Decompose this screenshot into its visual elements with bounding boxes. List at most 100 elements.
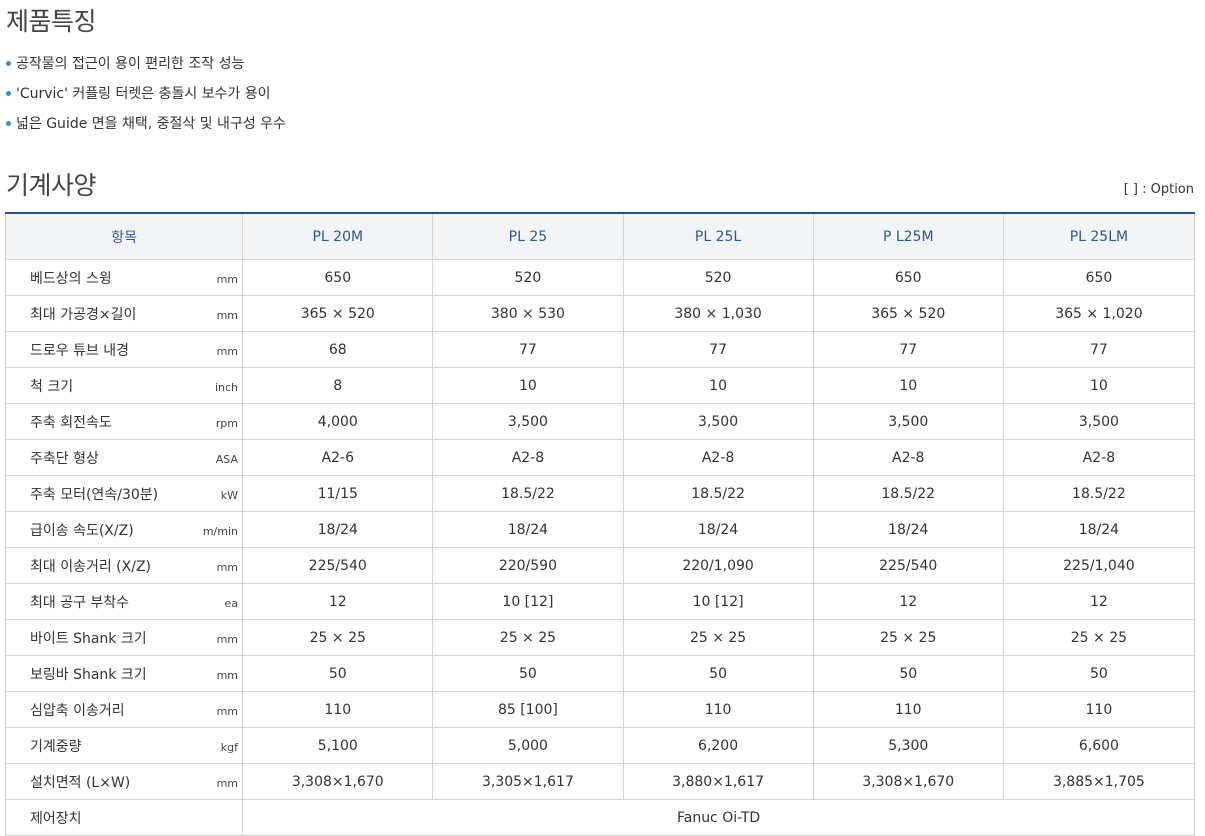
spec-value-cell: 650 <box>1002 259 1196 296</box>
spec-name: 보링바 Shank 크기 <box>30 666 147 683</box>
spec-value-cell: 12 <box>242 583 434 620</box>
spec-unit: mm <box>216 776 238 790</box>
spec-name: 심압축 이송거리 <box>30 702 125 719</box>
table-row: 베드상의 스윙 mm 650 520 520 650 650 <box>4 259 1196 296</box>
model-header: P L25M <box>812 212 1004 260</box>
spec-name: 주축 회전속도 <box>30 414 112 431</box>
spec-value-cell: 18/24 <box>432 511 624 548</box>
spec-value-cell: 10 <box>432 367 624 404</box>
spec-name: 주축 모터(연속/30분) <box>30 486 159 503</box>
spec-value-cell: 520 <box>432 259 624 296</box>
feature-item: 'Curvic' 커플링 터렛은 충돌시 보수가 용이 <box>6 82 286 112</box>
spec-name: 최대 이송거리 (X/Z) <box>30 558 152 575</box>
spec-value-cell: 18/24 <box>242 511 434 548</box>
spec-value-cell: 25 × 25 <box>432 619 624 656</box>
spec-name: 기계중량 <box>30 738 82 755</box>
spec-label-cell: 드로우 튜브 내경 mm <box>4 331 244 368</box>
spec-value-cell: 225/540 <box>242 547 434 584</box>
spec-unit: mm <box>216 704 238 718</box>
spec-value-cell: 220/1,090 <box>622 547 814 584</box>
spec-label-cell: 주축 모터(연속/30분) kW <box>4 475 244 512</box>
spec-value-cell: 25 × 25 <box>622 619 814 656</box>
control-value: Fanuc Oi-TD <box>242 799 1195 836</box>
spec-value-cell: A2-8 <box>622 439 814 476</box>
table-row: 주축 모터(연속/30분) kW 11/15 18.5/22 18.5/22 18.5/2… <box>4 475 1196 512</box>
table-row: 척 크기 inch 8 10 10 10 10 <box>4 367 1196 404</box>
spec-table-body: 베드상의 스윙 mm 650 520 520 650 650 최대 가공경×길이 mm 365 ×… <box>4 259 1196 836</box>
spec-value-cell: 3,885×1,705 <box>1002 763 1196 800</box>
feature-item: 넓은 Guide 면을 채택, 중절삭 및 내구성 우수 <box>6 112 286 142</box>
spec-value-cell: 18.5/22 <box>812 475 1004 512</box>
spec-label-cell: 급이송 속도(X/Z) m/min <box>4 511 244 548</box>
table-row: 드로우 튜브 내경 mm 68 77 77 77 77 <box>4 331 1196 368</box>
feature-text: 공작물의 접근이 용이 편리한 조작 성능 <box>16 56 245 72</box>
spec-unit: mm <box>216 344 238 358</box>
spec-value-cell: 3,308×1,670 <box>242 763 434 800</box>
spec-value-cell: 5,000 <box>432 727 624 764</box>
table-row: 제어장치 Fanuc Oi-TD <box>4 799 1195 836</box>
spec-unit: rpm <box>215 416 238 430</box>
spec-value-cell: 6,600 <box>1002 727 1196 764</box>
spec-value-cell: 225/1,040 <box>1002 547 1196 584</box>
spec-name: 척 크기 <box>30 378 74 395</box>
spec-value-cell: 25 × 25 <box>812 619 1004 656</box>
table-row: 최대 가공경×길이 mm 365 × 520 380 × 530 380 × 1,030… <box>4 295 1196 332</box>
table-row: 최대 이송거리 (X/Z) mm 225/540 220/590 220/1,090 22… <box>4 547 1196 584</box>
spec-label-cell: 척 크기 inch <box>4 367 244 404</box>
table-row: 바이트 Shank 크기 mm 25 × 25 25 × 25 25 × 25 25 × … <box>4 619 1196 656</box>
model-header: PL 25LM <box>1002 212 1196 260</box>
spec-value-cell: 110 <box>812 691 1004 728</box>
spec-value-cell: A2-8 <box>432 439 624 476</box>
spec-label-cell: 심압축 이송거리 mm <box>4 691 244 728</box>
spec-name: 드로우 튜브 내경 <box>30 342 130 359</box>
spec-unit: mm <box>216 632 238 646</box>
spec-unit: mm <box>216 272 238 286</box>
table-row: 최대 공구 부착수 ea 12 10 [12] 10 [12] 12 12 <box>4 583 1196 620</box>
spec-value-cell: 3,500 <box>622 403 814 440</box>
spec-value-cell: 77 <box>622 331 814 368</box>
spec-value-cell: 5,300 <box>812 727 1004 764</box>
spec-value-cell: 650 <box>812 259 1004 296</box>
spec-value-cell: 10 <box>1002 367 1196 404</box>
spec-name: 급이송 속도(X/Z) <box>30 522 134 539</box>
spec-unit: inch <box>214 380 238 394</box>
spec-value-cell: 10 [12] <box>622 583 814 620</box>
control-label: 제어장치 <box>4 799 244 836</box>
spec-value-cell: 380 × 1,030 <box>622 295 814 332</box>
spec-value-cell: 12 <box>812 583 1004 620</box>
spec-value-cell: 50 <box>812 655 1004 692</box>
spec-value-cell: 25 × 25 <box>242 619 434 656</box>
spec-value-cell: 11/15 <box>242 475 434 512</box>
spec-value-cell: 225/540 <box>812 547 1004 584</box>
feature-text: 넓은 Guide 면을 채택, 중절삭 및 내구성 우수 <box>16 116 286 132</box>
spec-value-cell: 365 × 520 <box>812 295 1004 332</box>
spec-unit: mm <box>216 560 238 574</box>
spec-value-cell: 380 × 530 <box>432 295 624 332</box>
table-header-row: 항목 PL 20M PL 25 PL 25L P L25M PL 25LM <box>4 212 1196 260</box>
item-header: 항목 <box>4 212 244 260</box>
bullet-dot-icon <box>6 61 11 66</box>
table-row: 심압축 이송거리 mm 110 85 [100] 110 110 110 <box>4 691 1196 728</box>
table-row: 기계중량 kgf 5,100 5,000 6,200 5,300 6,600 <box>4 727 1196 764</box>
spec-value-cell: 110 <box>622 691 814 728</box>
spec-name: 바이트 Shank 크기 <box>30 630 147 647</box>
spec-value-cell: 68 <box>242 331 434 368</box>
spec-value-cell: 18.5/22 <box>432 475 624 512</box>
spec-value-cell: 3,880×1,617 <box>622 763 814 800</box>
bullet-dot-icon <box>6 121 11 126</box>
spec-label-cell: 설치면적 (L×W) mm <box>4 763 244 800</box>
spec-label-cell: 최대 공구 부착수 ea <box>4 583 244 620</box>
spec-value-cell: 50 <box>1002 655 1196 692</box>
spec-value-cell: 25 × 25 <box>1002 619 1196 656</box>
spec-value-cell: 3,308×1,670 <box>812 763 1004 800</box>
spec-value-cell: 220/590 <box>432 547 624 584</box>
spec-value-cell: 520 <box>622 259 814 296</box>
specs-heading: 기계사양 <box>6 171 97 200</box>
model-header: PL 25L <box>622 212 814 260</box>
spec-label-cell: 주축단 형상 ASA <box>4 439 244 476</box>
spec-value-cell: 8 <box>242 367 434 404</box>
spec-value-cell: 77 <box>812 331 1004 368</box>
spec-label-cell: 보링바 Shank 크기 mm <box>4 655 244 692</box>
feature-text: 'Curvic' 커플링 터렛은 충돌시 보수가 용이 <box>16 86 271 102</box>
spec-value-cell: 50 <box>242 655 434 692</box>
